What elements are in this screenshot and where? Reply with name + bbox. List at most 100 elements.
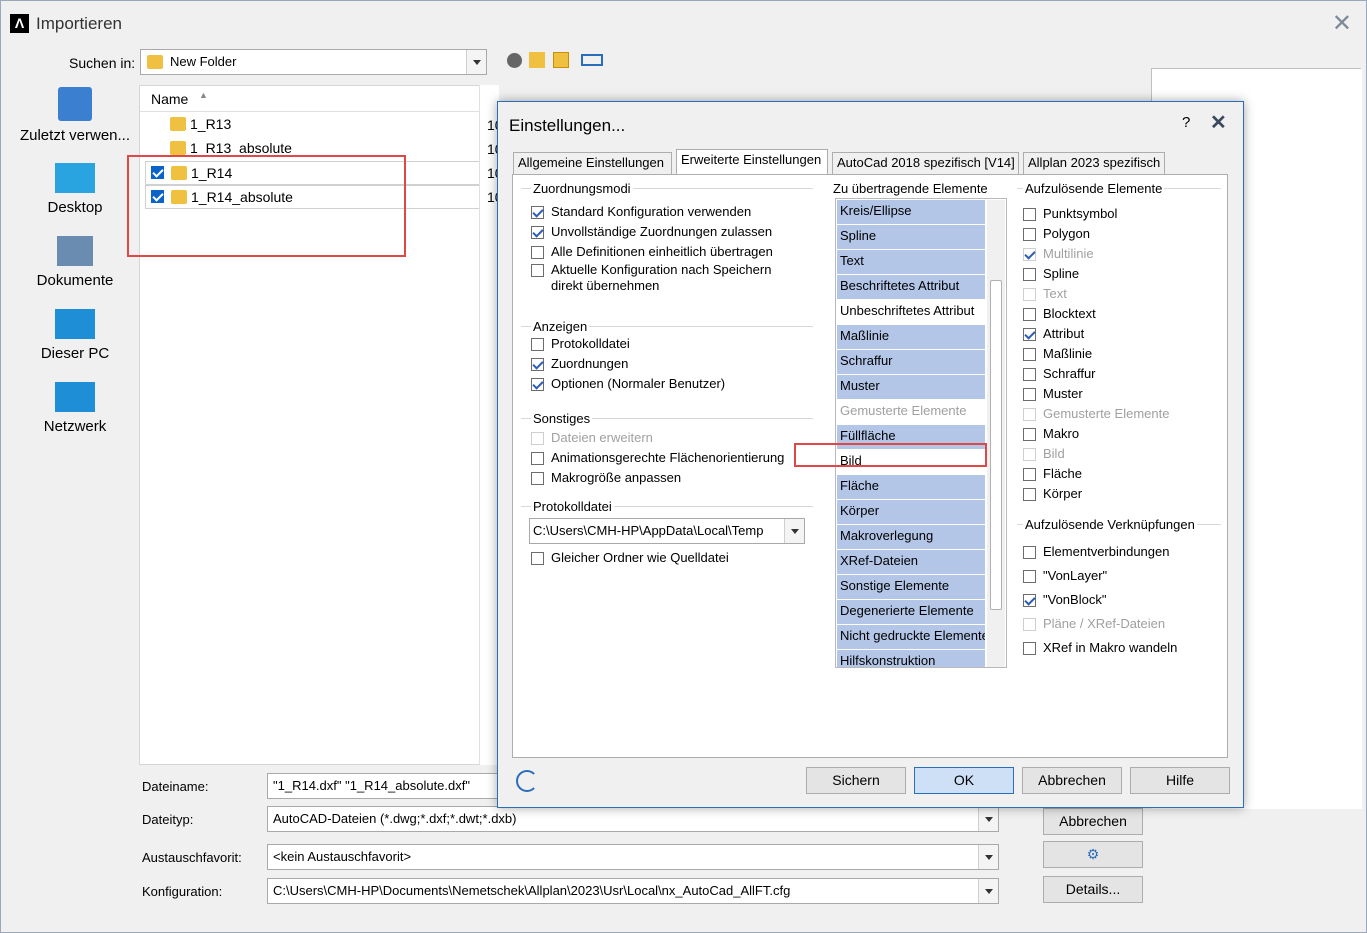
config-combo[interactable]: C:\Users\CMH-HP\Documents\Nemetschek\All… <box>267 878 999 904</box>
uebertragen-item[interactable]: Hilfskonstruktion <box>837 650 985 667</box>
option-label: Text <box>1043 286 1067 301</box>
uebertragen-item[interactable]: Maßlinie <box>837 325 985 349</box>
filename-input[interactable]: "1_R14.dxf" "1_R14_absolute.dxf" <box>267 773 499 799</box>
checkbox[interactable] <box>531 452 544 465</box>
tab-allgemeine[interactable]: Allgemeine Einstellungen <box>513 152 672 174</box>
uebertragen-list[interactable]: Kreis/Ellipse Spline Text Beschriftetes Att… <box>835 198 1007 668</box>
protokoll-path-combo[interactable]: C:\Users\CMH-HP\AppData\Local\Temp <box>529 518 805 544</box>
option-label: Unvollständige Zuordnungen zulassen <box>551 224 773 239</box>
chevron-down-icon[interactable] <box>784 519 804 543</box>
chevron-down-icon[interactable] <box>978 807 998 831</box>
filename-label: Dateiname: <box>142 779 209 794</box>
list-scrollbar[interactable] <box>987 200 1005 667</box>
group-anzeigen-title: Anzeigen <box>531 319 590 334</box>
uebertragen-item[interactable]: Spline <box>837 225 985 249</box>
settings-button[interactable]: ⚙ <box>1043 841 1143 868</box>
uebertragen-item[interactable]: Nicht gedruckte Elemente <box>837 625 985 649</box>
column-name[interactable]: Name <box>151 91 188 107</box>
place-network[interactable]: Netzwerk <box>15 382 135 435</box>
checkbox[interactable] <box>531 472 544 485</box>
checkbox[interactable] <box>1023 228 1036 241</box>
place-documents[interactable]: Dokumente <box>15 236 135 289</box>
uebertragen-item[interactable]: XRef-Dateien <box>837 550 985 574</box>
filetype-value: AutoCAD-Dateien (*.dwg;*.dxf;*.dwt;*.dxb… <box>273 811 517 826</box>
uebertragen-item[interactable]: Makroverlegung <box>837 525 985 549</box>
place-this-pc[interactable]: Dieser PC <box>15 309 135 362</box>
up-folder-icon[interactable] <box>529 52 545 68</box>
uebertragen-item[interactable]: Muster <box>837 375 985 399</box>
checkbox[interactable] <box>531 246 544 259</box>
close-icon[interactable]: ✕ <box>1332 9 1352 38</box>
uebertragen-item[interactable]: Schraffur <box>837 350 985 374</box>
checkbox[interactable] <box>1023 488 1036 501</box>
reset-icon[interactable] <box>516 770 538 792</box>
main-cancel-button[interactable]: Abbrechen <box>1043 808 1143 835</box>
help-icon[interactable]: ? <box>1182 114 1190 131</box>
file-name: 1_R13 <box>190 116 232 132</box>
ok-button[interactable]: OK <box>914 767 1014 794</box>
help-button[interactable]: Hilfe <box>1130 767 1230 794</box>
highlight-box <box>794 443 987 467</box>
checkbox[interactable] <box>531 338 544 351</box>
checkbox[interactable] <box>531 358 544 371</box>
chevron-down-icon[interactable] <box>466 50 486 74</box>
lookin-combo[interactable]: New Folder <box>140 49 487 75</box>
config-value: C:\Users\CMH-HP\Documents\Nemetschek\All… <box>273 883 791 898</box>
filetype-combo[interactable]: AutoCAD-Dateien (*.dwg;*.dxf;*.dwt;*.dxb… <box>267 806 999 832</box>
checkbox[interactable] <box>1023 468 1036 481</box>
uebertragen-item[interactable]: Sonstige Elemente <box>837 575 985 599</box>
checkbox[interactable] <box>1023 594 1036 607</box>
uebertragen-item[interactable]: Kreis/Ellipse <box>837 200 985 224</box>
gear-icon: ⚙ <box>1086 846 1100 862</box>
highlight-box <box>127 155 406 257</box>
settings-dialog: Einstellungen... ? ✕ Allgemeine Einstell… <box>497 101 1244 808</box>
new-folder-icon[interactable] <box>553 52 569 68</box>
dialog-close-icon[interactable]: ✕ <box>1210 110 1227 135</box>
details-button[interactable]: Details... <box>1043 876 1143 903</box>
tab-autocad[interactable]: AutoCad 2018 spezifisch [V14] <box>832 152 1019 174</box>
checkbox[interactable] <box>1023 546 1036 559</box>
group-uebertragen-title: Zu übertragende Elemente <box>833 181 988 196</box>
tab-erweiterte[interactable]: Erweiterte Einstellungen <box>676 149 828 175</box>
option-label: Maßlinie <box>1043 346 1093 361</box>
checkbox[interactable] <box>1023 308 1036 321</box>
chevron-down-icon[interactable] <box>978 845 998 869</box>
group-zuordnung-title: Zuordnungsmodi <box>531 181 633 196</box>
tab-allplan[interactable]: Allplan 2023 spezifisch <box>1023 152 1165 174</box>
save-button[interactable]: Sichern <box>806 767 906 794</box>
checkbox[interactable] <box>1023 268 1036 281</box>
favorite-combo[interactable]: <kein Austauschfavorit> <box>267 844 999 870</box>
place-recent[interactable]: Zuletzt verwen... <box>15 87 135 144</box>
dialog-cancel-button[interactable]: Abbrechen <box>1022 767 1122 794</box>
checkbox[interactable] <box>1023 388 1036 401</box>
checkbox[interactable] <box>1023 348 1036 361</box>
place-desktop[interactable]: Desktop <box>15 163 135 216</box>
checkbox[interactable] <box>531 226 544 239</box>
option-label: Protokolldatei <box>551 336 630 351</box>
view-menu-icon[interactable] <box>581 54 603 66</box>
checkbox[interactable] <box>1023 208 1036 221</box>
file-row[interactable]: 1_R13 <box>140 113 480 137</box>
back-icon[interactable] <box>507 53 522 68</box>
checkbox[interactable] <box>531 378 544 391</box>
checkbox[interactable] <box>1023 428 1036 441</box>
checkbox[interactable] <box>531 264 544 277</box>
option-label: "VonBlock" <box>1043 592 1107 607</box>
chevron-down-icon[interactable] <box>978 879 998 903</box>
uebertragen-item[interactable]: Beschriftetes Attribut <box>837 275 985 299</box>
uebertragen-item[interactable]: Text <box>837 250 985 274</box>
checkbox[interactable] <box>1023 368 1036 381</box>
uebertragen-item[interactable]: Unbeschriftetes Attribut <box>837 300 985 324</box>
scrollbar-thumb[interactable] <box>990 280 1002 610</box>
uebertragen-item[interactable]: Körper <box>837 500 985 524</box>
place-label: Dokumente <box>36 272 114 289</box>
uebertragen-item[interactable]: Gemusterte Elemente <box>837 400 985 424</box>
uebertragen-item[interactable]: Fläche <box>837 475 985 499</box>
checkbox[interactable] <box>1023 328 1036 341</box>
checkbox[interactable] <box>531 552 544 565</box>
checkbox[interactable] <box>1023 570 1036 583</box>
uebertragen-item[interactable]: Degenerierte Elemente <box>837 600 985 624</box>
checkbox[interactable] <box>1023 642 1036 655</box>
checkbox[interactable] <box>531 206 544 219</box>
option-label: Punktsymbol <box>1043 206 1118 221</box>
